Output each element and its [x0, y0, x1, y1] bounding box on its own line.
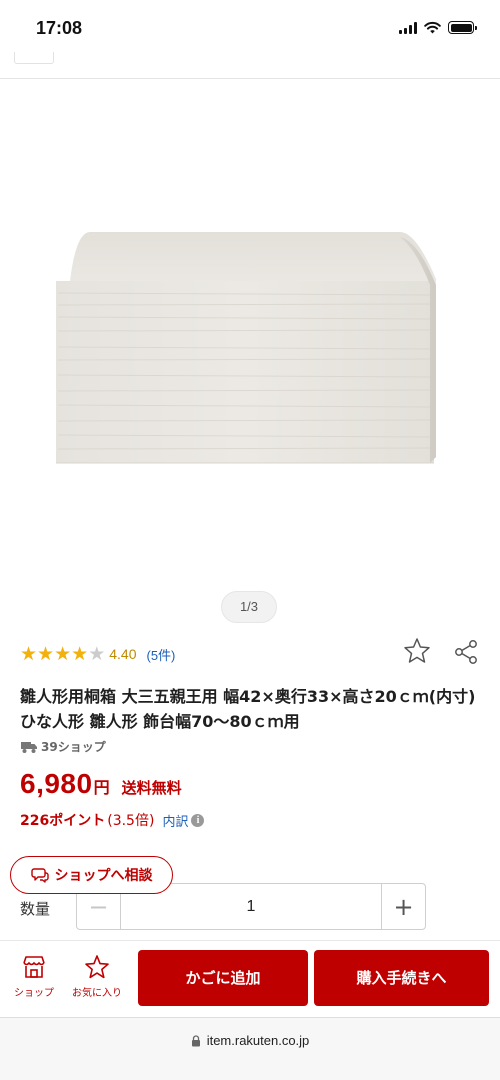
signal-icon: [399, 21, 417, 34]
header-tab-stub: [14, 52, 54, 64]
free-shipping-label: 送料無料: [121, 779, 182, 797]
star-filled-icon: ★: [54, 642, 72, 665]
url-container: item.rakuten.co.jp: [0, 1033, 500, 1048]
rating-stars: ★ ★ ★ ★ ★: [20, 642, 106, 665]
points-breakdown-link[interactable]: 内訳: [162, 811, 188, 830]
wifi-icon: [424, 21, 441, 34]
star-icon[interactable]: [402, 636, 432, 666]
paulownia-box-illustration: [56, 232, 436, 464]
bottom-action-bar: ショップ お気に入り かごに追加 購入手続きへ: [0, 940, 500, 1016]
price-unit: 円: [93, 778, 110, 797]
favorite-star-icon: [85, 955, 109, 979]
star-filled-icon: ★: [71, 642, 89, 665]
browser-url-bar[interactable]: item.rakuten.co.jp: [0, 1017, 500, 1080]
shop-consult-button[interactable]: ショップへ相談: [10, 856, 173, 894]
shop-label: 39ショップ: [41, 740, 106, 754]
favorite-button[interactable]: お気に入り: [64, 954, 130, 1006]
product-title: 雛人形用桐箱 大三五親王用 幅42×奥行33×高さ20ｃｍ(内寸) ひな人形 雛…: [20, 687, 476, 731]
lock-icon: [191, 1034, 200, 1046]
price-row: 6,980 円 送料無料: [20, 768, 182, 800]
rating-row[interactable]: ★ ★ ★ ★ ★ 4.40 (5件): [20, 640, 175, 668]
info-icon[interactable]: i: [191, 813, 205, 827]
price-value: 6,980: [20, 768, 93, 799]
points-rate: (3.5倍): [107, 813, 155, 829]
quantity-increment-button[interactable]: +: [381, 884, 425, 929]
battery-icon: [448, 21, 477, 34]
shop-icon: [23, 956, 45, 978]
status-bar: 17:08: [0, 0, 500, 60]
quantity-label: 数量: [20, 900, 51, 918]
chat-icon: [30, 868, 49, 883]
star-empty-icon: ★: [88, 642, 106, 665]
checkout-button[interactable]: 購入手続きへ: [314, 950, 489, 1006]
review-count-link[interactable]: (5件): [146, 645, 175, 664]
action-bar-divider: [0, 940, 500, 941]
truck-icon: [21, 741, 37, 753]
star-filled-icon: ★: [37, 642, 55, 665]
shop-button[interactable]: ショップ: [6, 954, 62, 1006]
points-row: 226ポイント (3.5倍) 内訳 i: [20, 810, 205, 830]
add-to-cart-button[interactable]: かごに追加: [138, 950, 308, 1006]
favorite-button-label: お気に入り: [72, 988, 122, 999]
url-text: item.rakuten.co.jp: [206, 1033, 310, 1048]
product-image[interactable]: [0, 79, 500, 639]
shop-consult-label: ショップへ相談: [54, 868, 153, 884]
status-time: 17:08: [36, 18, 83, 38]
share-icon[interactable]: [452, 638, 480, 666]
rating-value: 4.40: [109, 646, 137, 662]
shop-button-label: ショップ: [14, 988, 54, 999]
image-counter: 1/3: [221, 591, 277, 623]
shop-row: 39ショップ: [20, 738, 106, 755]
status-icons: [399, 21, 477, 34]
star-filled-icon: ★: [20, 642, 38, 665]
points-value: 226ポイント: [20, 813, 106, 829]
